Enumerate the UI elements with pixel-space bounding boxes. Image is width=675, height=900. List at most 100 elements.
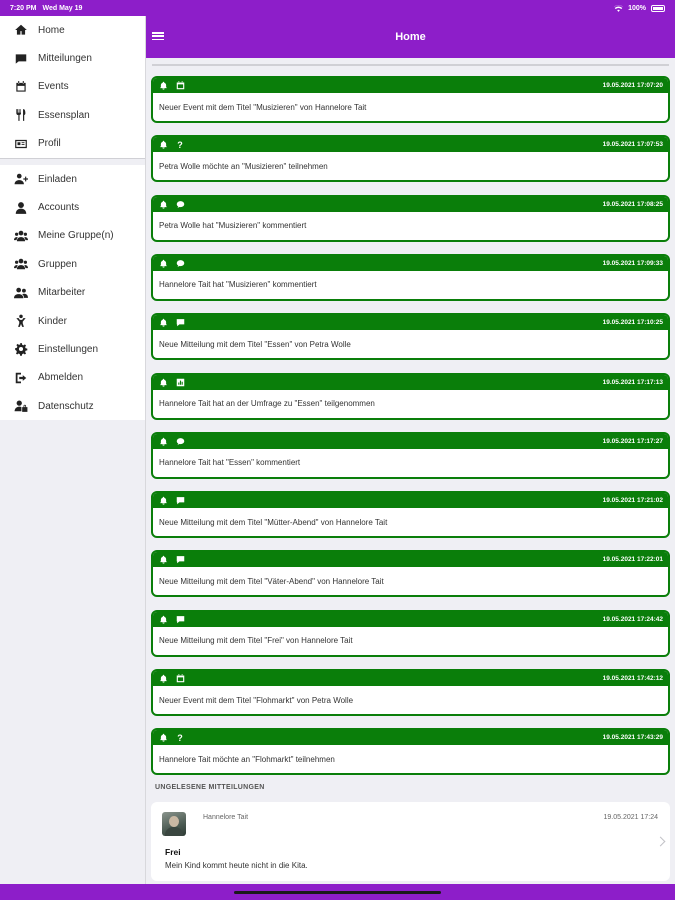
- notification-timestamp: 19.05.2021 17:43:29: [602, 734, 663, 742]
- user-icon: [13, 201, 29, 215]
- sidebar-item-label: Einladen: [38, 173, 77, 185]
- notification-text: Neue Mitteilung mit dem Titel "Essen" vo…: [159, 339, 351, 349]
- sign-out-icon: [13, 371, 29, 385]
- notification-text: Neuer Event mit dem Titel "Musizieren" v…: [159, 102, 367, 112]
- sidebar-item-mitarbeiter[interactable]: Mitarbeiter: [0, 279, 145, 307]
- notification-timestamp: 19.05.2021 17:17:27: [602, 437, 663, 445]
- notification-text: Petra Wolle möchte an "Musizieren" teiln…: [159, 161, 328, 171]
- notification-timestamp: 19.05.2021 17:21:02: [602, 497, 663, 505]
- home-indicator[interactable]: [234, 891, 441, 894]
- notification-timestamp: 19.05.2021 17:10:25: [602, 319, 663, 327]
- activity-feed[interactable]: UNGELESENE MITTEILUNGEN Hannelore Tait 1…: [146, 58, 675, 884]
- notification-text: Neue Mitteilung mit dem Titel "Mütter-Ab…: [159, 517, 388, 527]
- sidebar-item-label: Accounts: [38, 202, 80, 214]
- notification-header: 19.05.2021 17:24:42: [153, 611, 668, 627]
- notification-header: 19.05.2021 17:17:13: [153, 374, 668, 390]
- question-icon: ?: [177, 139, 183, 150]
- sidebar-item-label: Mitteilungen: [38, 53, 92, 65]
- sidebar-item-label: Meine Gruppe(n): [38, 230, 114, 242]
- menu-icon[interactable]: [152, 30, 164, 42]
- chevron-right-icon: [655, 836, 666, 847]
- notification-card[interactable]: 19.05.2021 17:08:25 Petra Wolle hat "Musi…: [151, 194, 670, 242]
- status-date: Wed May 19: [42, 4, 83, 12]
- sidebar-item-mitteilungen[interactable]: Mitteilungen: [0, 44, 145, 72]
- notification-card[interactable]: 19.05.2021 17:17:13 Hannelore Tait hat an…: [151, 372, 670, 420]
- comment-icon: [175, 258, 185, 268]
- sidebar-item-meine-gruppe-n[interactable]: Meine Gruppe(n): [0, 222, 145, 250]
- sidebar-admin-group: Einladen Accounts Meine Gruppe(n) Gruppen Mi…: [0, 164, 145, 421]
- notification-timestamp: 19.05.2021 17:24:42: [602, 615, 663, 623]
- notification-header: 19.05.2021 17:21:02: [153, 493, 668, 509]
- notification-card[interactable]: 19.05.2021 17:42:12 Neuer Event mit dem T…: [151, 669, 670, 716]
- sidebar-item-label: Mitarbeiter: [38, 287, 86, 299]
- notification-timestamp: 19.05.2021 17:22:01: [602, 556, 663, 564]
- notification-header: 19.05.2021 17:10:25: [153, 315, 668, 331]
- notification-header: 19.05.2021 17:22:01: [153, 552, 668, 568]
- notification-card[interactable]: 19.05.2021 17:17:27 Hannelore Tait hat "E…: [151, 431, 670, 479]
- notification-timestamp: 19.05.2021 17:42:12: [602, 675, 663, 682]
- notification-card[interactable]: 19.05.2021 17:21:02 Neue Mitteilung mit d…: [151, 491, 670, 539]
- notification-header: 19.05.2021 17:42:12: [153, 671, 668, 686]
- notification-header: 19.05.2021 17:09:33: [153, 255, 668, 271]
- notification-text: Petra Wolle hat "Musizieren" kommentiert: [159, 221, 307, 231]
- bell-icon: [158, 81, 168, 91]
- sidebar-item-label: Abmelden: [38, 372, 84, 384]
- sidebar-item-label: Gruppen: [38, 258, 77, 270]
- sidebar-item-gruppen[interactable]: Gruppen: [0, 250, 145, 278]
- sidebar-item-label: Events: [38, 81, 69, 93]
- notification-card[interactable]: 19.05.2021 17:09:33 Hannelore Tait hat "M…: [151, 253, 670, 301]
- sidebar-item-einladen[interactable]: Einladen: [0, 165, 145, 193]
- sidebar-item-abmelden[interactable]: Abmelden: [0, 364, 145, 392]
- sidebar-item-profil[interactable]: Profil: [0, 130, 145, 158]
- notification-text: Neue Mitteilung mit dem Titel "Väter-Abe…: [159, 576, 384, 586]
- user-lock-icon: [13, 399, 29, 413]
- notification-header: 19.05.2021 17:07:20: [153, 78, 668, 93]
- comment-icon: [175, 199, 185, 209]
- bell-icon: [158, 199, 168, 209]
- message-icon: [13, 52, 29, 66]
- sidebar-main-group: Home Mitteilungen Events Essensplan Profil: [0, 16, 145, 159]
- notification-card[interactable]: 19.05.2021 17:24:42 Neue Mitteilung mit d…: [151, 609, 670, 657]
- notification-card[interactable]: 19.05.2021 17:07:20 Neuer Event mit dem T…: [151, 76, 670, 123]
- bell-icon: [158, 377, 168, 387]
- sidebar-item-einstellungen[interactable]: Einstellungen: [0, 335, 145, 363]
- notification-timestamp: 19.05.2021 17:08:25: [602, 200, 663, 208]
- bell-icon: [158, 318, 168, 328]
- sidebar-item-label: Essensplan: [38, 109, 90, 121]
- notification-text: Neue Mitteilung mit dem Titel "Frei" von…: [159, 636, 353, 646]
- notification-card[interactable]: ? 19.05.2021 17:07:53 Petra Wolle möchte a…: [151, 135, 670, 183]
- user-friends-icon: [13, 286, 29, 300]
- message-icon: [175, 318, 185, 328]
- notification-card[interactable]: 19.05.2021 17:10:25 Neue Mitteilung mit d…: [151, 313, 670, 361]
- sidebar-item-essensplan[interactable]: Essensplan: [0, 101, 145, 129]
- calendar-icon: [175, 81, 185, 91]
- notification-text: Neuer Event mit dem Titel "Flohmarkt" vo…: [159, 695, 354, 705]
- users-icon: [13, 257, 29, 271]
- id-card-icon: [13, 137, 29, 151]
- utensils-icon: [13, 108, 29, 122]
- status-time: 7:20 PM: [10, 4, 37, 12]
- notification-header: 19.05.2021 17:08:25: [153, 196, 668, 212]
- user-plus-icon: [13, 172, 29, 186]
- unread-message-item[interactable]: Hannelore Tait 19.05.2021 17:24 Frei Mei…: [151, 802, 670, 881]
- bell-icon: [158, 140, 168, 150]
- notification-card[interactable]: 19.05.2021 17:22:01 Neue Mitteilung mit d…: [151, 550, 670, 598]
- gear-icon: [13, 342, 29, 357]
- home-icon: [13, 23, 29, 37]
- sidebar: Home Mitteilungen Events Essensplan Profil E…: [0, 16, 146, 884]
- bell-icon: [158, 555, 168, 565]
- sidebar-item-events[interactable]: Events: [0, 73, 145, 101]
- sidebar-item-accounts[interactable]: Accounts: [0, 193, 145, 221]
- top-bar: Home: [146, 16, 675, 58]
- sidebar-item-kinder[interactable]: Kinder: [0, 307, 145, 335]
- sidebar-item-datenschutz[interactable]: Datenschutz: [0, 392, 145, 420]
- message-subject: Frei: [165, 847, 181, 857]
- battery-percent: 100%: [628, 4, 646, 12]
- sidebar-item-home[interactable]: Home: [0, 16, 145, 44]
- bottom-bar: [0, 884, 675, 900]
- users-icon: [13, 229, 29, 243]
- message-date: 19.05.2021 17:24: [603, 814, 659, 821]
- notification-card[interactable]: ? 19.05.2021 17:43:29 Hannelore Tait möcht…: [151, 728, 670, 776]
- question-icon: ?: [177, 732, 183, 743]
- sidebar-item-label: Datenschutz: [38, 400, 94, 412]
